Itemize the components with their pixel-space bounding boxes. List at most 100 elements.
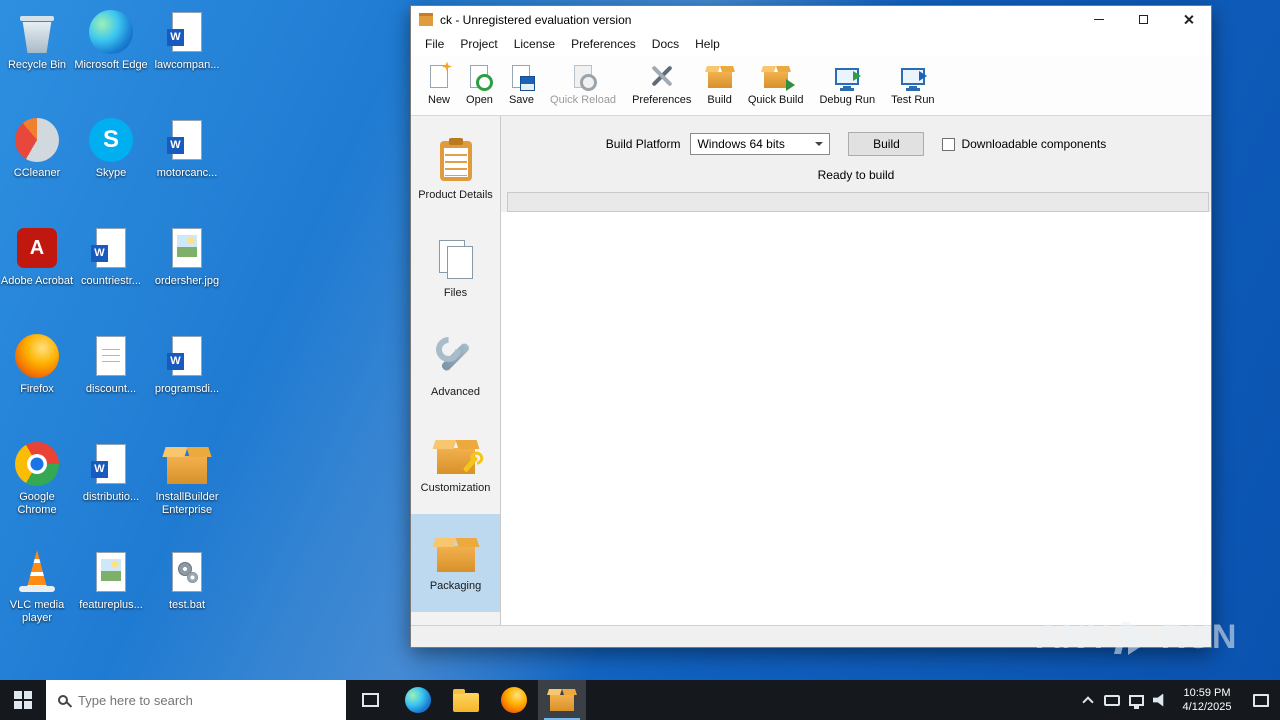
vlc-cone-icon xyxy=(19,550,55,594)
menu-file[interactable]: File xyxy=(417,33,452,55)
network-button[interactable] xyxy=(1124,680,1148,720)
menu-license[interactable]: License xyxy=(506,33,563,55)
desktop-icon-label: Google Chrome xyxy=(17,491,57,516)
desktop-icon-label: Skype xyxy=(95,167,127,179)
desktop-icon-google-chrome[interactable]: Google Chrome xyxy=(0,440,74,517)
desktop-icon-label: Adobe Acrobat xyxy=(0,275,74,287)
start-button[interactable] xyxy=(0,680,46,720)
sidebar-item-packaging[interactable]: Packaging xyxy=(411,514,500,612)
close-icon xyxy=(1183,14,1194,25)
desktop-icon-label: distributio... xyxy=(82,491,140,503)
sidebar-item-customization[interactable]: Customization xyxy=(411,416,500,514)
volume-button[interactable] xyxy=(1148,680,1172,720)
build-platform-select[interactable]: Windows 64 bits xyxy=(690,133,831,155)
edge-icon xyxy=(405,687,431,713)
toolbar: New Open Save Quick Reload Preferences B… xyxy=(411,55,1211,116)
firefox-icon xyxy=(15,334,59,378)
preferences-button[interactable]: Preferences xyxy=(625,60,698,109)
hidden-icons-button[interactable] xyxy=(1076,680,1100,720)
close-button[interactable] xyxy=(1166,6,1211,33)
menu-preferences[interactable]: Preferences xyxy=(563,33,644,55)
desktop-icon-ccleaner[interactable]: CCleaner xyxy=(0,116,74,180)
image-file-icon xyxy=(172,228,202,268)
build-progress-bar xyxy=(507,192,1209,212)
menu-help[interactable]: Help xyxy=(687,33,728,55)
build-box-icon xyxy=(707,71,732,88)
taskbar-file-explorer[interactable] xyxy=(442,680,490,720)
search-icon xyxy=(58,695,68,705)
open-file-icon xyxy=(470,64,494,91)
taskbar-installbuilder-active[interactable] xyxy=(538,680,586,720)
word-document-icon: W xyxy=(167,12,202,52)
action-center-button[interactable] xyxy=(1242,680,1280,720)
desktop-icon-distributio-doc[interactable]: W distributio... xyxy=(74,440,148,504)
quick-build-button[interactable]: Quick Build xyxy=(741,60,811,109)
menu-project[interactable]: Project xyxy=(452,33,505,55)
word-document-icon: W xyxy=(91,444,126,484)
desktop-icon-adobe-acrobat[interactable]: A Adobe Acrobat xyxy=(0,224,74,288)
window-titlebar[interactable]: ck - Unregistered evaluation version xyxy=(411,6,1211,33)
open-button[interactable]: Open xyxy=(459,60,500,109)
sidebar-item-files[interactable]: Files xyxy=(411,220,500,318)
desktop-icon-vlc[interactable]: VLC media player xyxy=(0,548,74,625)
task-view-button[interactable] xyxy=(346,680,394,720)
clipboard-icon xyxy=(439,138,472,181)
desktop-icon-motorcanc-doc[interactable]: W motorcanc... xyxy=(150,116,224,180)
debug-run-button[interactable]: Debug Run xyxy=(812,60,882,109)
desktop-icon-installbuilder[interactable]: InstallBuilder Enterprise xyxy=(150,440,224,517)
desktop-icon-skype[interactable]: S Skype xyxy=(74,116,148,180)
search-input[interactable] xyxy=(78,692,346,708)
menu-bar: File Project License Preferences Docs He… xyxy=(411,33,1211,55)
desktop-icon-label: discount... xyxy=(85,383,137,395)
touch-keyboard-button[interactable] xyxy=(1100,680,1124,720)
skype-icon: S xyxy=(89,118,133,162)
desktop-icon-label: test.bat xyxy=(168,599,206,611)
menu-docs[interactable]: Docs xyxy=(644,33,687,55)
maximize-button[interactable] xyxy=(1121,6,1166,33)
chevron-down-icon xyxy=(815,142,824,146)
sidebar-item-advanced[interactable]: Advanced xyxy=(411,318,500,416)
save-button[interactable]: Save xyxy=(502,60,541,109)
desktop-icon-featureplus-file[interactable]: featureplus... xyxy=(74,548,148,612)
desktop-icon-lawcompan-doc[interactable]: W lawcompan... xyxy=(150,8,224,72)
build-platform-label: Build Platform xyxy=(605,137,681,151)
text-file-icon xyxy=(96,336,126,376)
desktop-icon-programsdi-doc[interactable]: W programsdi... xyxy=(150,332,224,396)
taskbar-edge[interactable] xyxy=(394,680,442,720)
desktop-icon-label: Recycle Bin xyxy=(7,59,67,71)
desktop-icon-discount-file[interactable]: discount... xyxy=(74,332,148,396)
minimize-button[interactable] xyxy=(1076,6,1121,33)
desktop-icon-label: Microsoft Edge xyxy=(74,59,148,71)
customization-box-icon xyxy=(436,447,478,474)
taskbar-clock[interactable]: 10:59 PM 4/12/2025 xyxy=(1172,686,1242,714)
tools-icon xyxy=(649,63,675,89)
taskbar-firefox[interactable] xyxy=(490,680,538,720)
new-button[interactable]: New xyxy=(421,60,457,109)
clock-time: 10:59 PM xyxy=(1183,687,1231,699)
maximize-icon xyxy=(1139,15,1148,24)
test-run-button[interactable]: Test Run xyxy=(884,60,941,109)
wrench-icon xyxy=(435,336,477,378)
taskbar: 10:59 PM 4/12/2025 xyxy=(0,680,1280,720)
desktop-icon-microsoft-edge[interactable]: Microsoft Edge xyxy=(74,8,148,72)
test-run-monitor-icon xyxy=(900,67,927,89)
sidebar-item-product-details[interactable]: Product Details xyxy=(411,122,500,220)
window-status-bar xyxy=(411,625,1211,647)
desktop-icon-ordersher-jpg[interactable]: ordersher.jpg xyxy=(150,224,224,288)
build-button[interactable]: Build xyxy=(848,132,925,156)
taskbar-search[interactable] xyxy=(46,680,346,720)
downloadable-components-checkbox[interactable] xyxy=(942,137,956,151)
desktop-icon-label: featureplus... xyxy=(79,599,143,611)
quick-build-box-icon xyxy=(763,71,795,91)
desktop-icon-label: programsdi... xyxy=(154,383,220,395)
chevron-up-icon xyxy=(1082,696,1094,708)
desktop-icon-test-bat[interactable]: test.bat xyxy=(150,548,224,612)
desktop-icon-countriestr-doc[interactable]: W countriestr... xyxy=(74,224,148,288)
build-toolbar-button[interactable]: Build xyxy=(700,60,738,109)
build-header: Build Platform Windows 64 bits Build Dow… xyxy=(501,116,1211,212)
batch-file-icon xyxy=(172,552,202,592)
new-file-icon xyxy=(430,64,448,88)
desktop-icon-firefox[interactable]: Firefox xyxy=(0,332,74,396)
desktop-icon-label: lawcompan... xyxy=(154,59,220,71)
desktop-icon-recycle-bin[interactable]: Recycle Bin xyxy=(0,8,74,72)
